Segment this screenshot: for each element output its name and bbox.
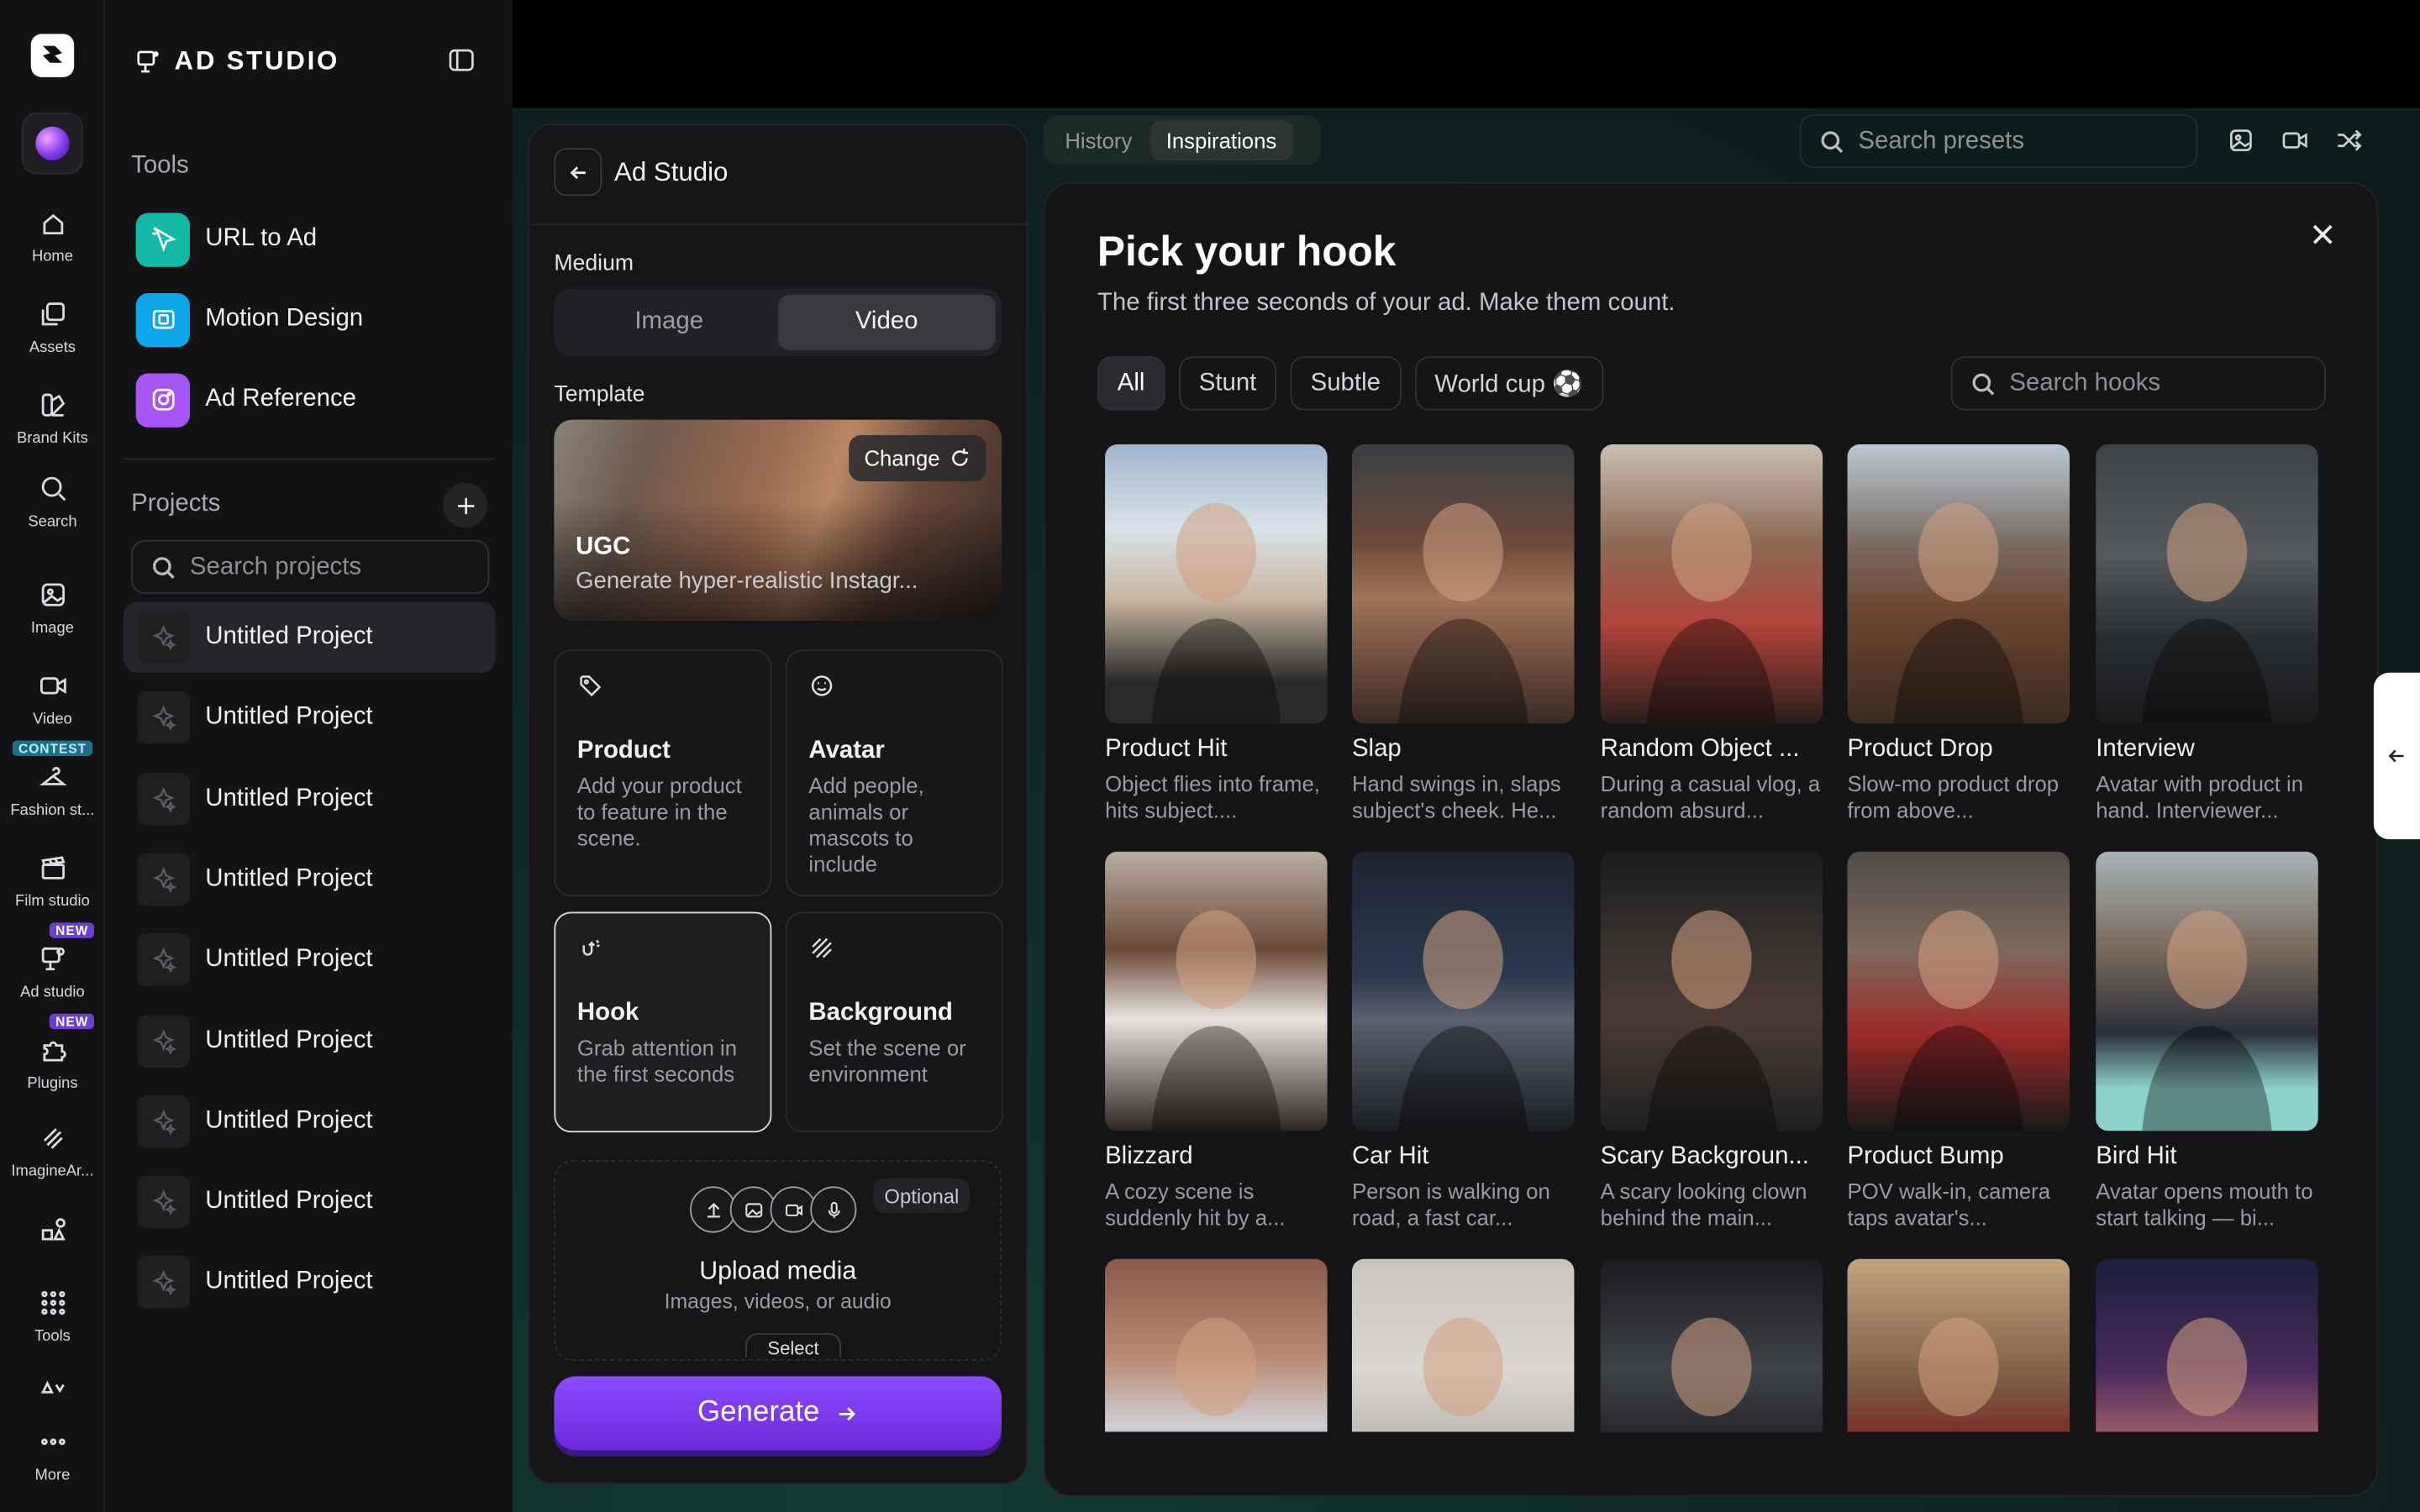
hook-desc: A cozy scene is suddenly hit by a... <box>1105 1179 1286 1230</box>
hook-thumbnail <box>1600 444 1823 724</box>
hook-title: Bird Hit <box>2096 1142 2177 1170</box>
hook-card[interactable]: Product Hit Object flies into frame, hits… <box>1105 444 1328 824</box>
hook-thumbnail <box>1351 851 1575 1131</box>
contest-badge: CONTEST <box>12 740 93 756</box>
hook-card[interactable]: Bird Hit Avatar opens mouth to start talk… <box>2096 851 2318 1231</box>
hook-thumbnail <box>1847 851 2070 1131</box>
hook-title: Slap <box>1351 736 1402 763</box>
new-badge-ad-studio: NEW <box>49 922 95 938</box>
hook-grid: Product Hit Object flies into frame, hits… <box>0 0 2420 1432</box>
hook-thumbnail <box>1351 444 1575 724</box>
hook-desc: During a casual vlog, a random absurd... <box>1600 771 1821 822</box>
hook-card[interactable]: Slap Hand swings in, slaps subject's chee… <box>1351 444 1575 824</box>
hook-desc: Avatar with product in hand. Interviewer… <box>2096 771 2304 822</box>
hook-thumbnail <box>1105 444 1328 724</box>
hook-desc: POV walk-in, camera taps avatar's... <box>1847 1179 2051 1230</box>
hook-desc: Avatar opens mouth to start talking — bi… <box>2096 1179 2313 1230</box>
hook-title: Random Object ... <box>1600 736 1800 763</box>
rail-item-more[interactable]: More <box>0 1424 105 1484</box>
rail-item-label: More <box>34 1467 71 1484</box>
hook-thumbnail <box>1600 851 1823 1131</box>
hook-title: Product Bump <box>1847 1142 2004 1170</box>
hook-title: Product Hit <box>1105 736 1228 763</box>
hook-title: Interview <box>2096 736 2195 763</box>
hook-desc: A scary looking clown behind the main... <box>1600 1179 1807 1230</box>
hook-desc: Person is walking on road, a fast car... <box>1351 1179 1550 1230</box>
hook-card[interactable]: Blizzard A cozy scene is suddenly hit by … <box>1105 851 1328 1231</box>
hook-card[interactable]: Car Hit Person is walking on road, a fast… <box>1351 851 1575 1231</box>
hook-card[interactable]: Scary Backgroun... A scary looking clown … <box>1600 851 1823 1231</box>
hook-card[interactable]: Random Object ... During a casual vlog, a… <box>1600 444 1823 824</box>
hook-thumbnail <box>2096 444 2318 724</box>
hook-desc: Hand swings in, slaps subject's cheek. H… <box>1351 771 1561 822</box>
new-badge-plugins: NEW <box>49 1013 95 1030</box>
hook-card[interactable]: Product Drop Slow-mo product drop from ab… <box>1847 444 2070 824</box>
hook-title: Scary Backgroun... <box>1600 1142 1809 1170</box>
hook-card[interactable]: Interview Avatar with product in hand. In… <box>2096 444 2318 824</box>
hook-desc: Object flies into frame, hits subject...… <box>1105 771 1320 822</box>
hook-thumbnail <box>2096 851 2318 1131</box>
arrow-left-icon <box>2388 749 2404 763</box>
hook-thumbnail <box>1105 851 1328 1131</box>
hook-desc: Slow-mo product drop from above... <box>1847 771 2060 822</box>
hook-title: Car Hit <box>1351 1142 1429 1170</box>
expand-side-tab[interactable] <box>2373 672 2420 840</box>
hook-thumbnail <box>1847 444 2070 724</box>
hook-title: Blizzard <box>1105 1142 1193 1170</box>
hook-card[interactable]: Product Bump POV walk-in, camera taps ava… <box>1847 851 2070 1231</box>
hook-title: Product Drop <box>1847 736 1993 763</box>
